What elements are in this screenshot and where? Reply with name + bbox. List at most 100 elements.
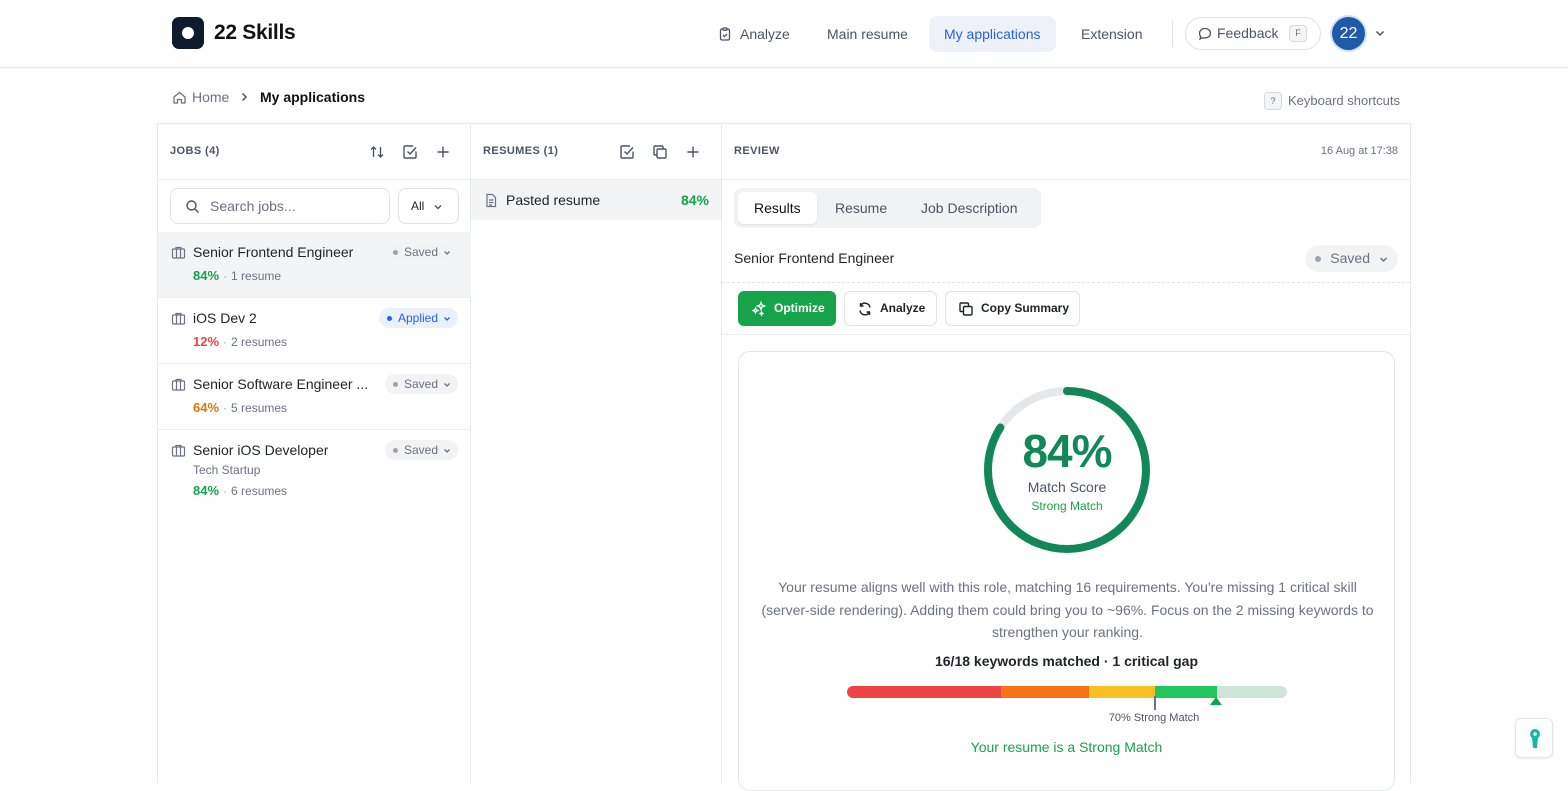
job-meta: 64% · 5 resumes [193,400,288,415]
job-title: Senior Frontend Engineer [193,244,354,260]
jobs-panel: JOBS (4) Search jobs... All Senior Front… [157,123,471,783]
search-placeholder: Search jobs... [210,198,296,214]
job-company: Tech Startup [193,463,261,477]
status-filter-select[interactable]: All [398,188,459,224]
tab-results[interactable]: Results [738,192,817,224]
review-panel-header: REVIEW 16 Aug at 17:38 [722,124,1410,180]
breadcrumb-current: My applications [260,89,366,105]
home-icon [173,91,186,104]
keyboard-shortcuts-button[interactable]: ? Keyboard shortcuts [1264,92,1400,110]
keyhole-icon [1530,729,1540,748]
status-filter-value: All [411,199,425,213]
breadcrumb-home[interactable]: Home [172,89,229,105]
match-score-card: 84% Match Score Strong Match Your resume… [738,351,1395,791]
copy-summary-button[interactable]: Copy Summary [945,291,1080,326]
briefcase-icon [171,312,186,325]
search-jobs-input[interactable]: Search jobs... [170,188,390,224]
top-bar: 22 Skills Analyze Main resume My applica… [0,0,1568,68]
refresh-icon [859,302,871,316]
job-title: Senior Software Engineer ... [193,376,369,392]
resume-count: 2 resumes [231,335,288,349]
analyze-button[interactable]: Analyze [844,291,937,326]
optimize-button[interactable]: Optimize [738,291,836,326]
duplicate-icon[interactable] [651,143,669,161]
divider [722,334,1410,335]
job-title: iOS Dev 2 [193,310,257,326]
keyboard-shortcuts-label: Keyboard shortcuts [1288,93,1401,108]
add-job-icon[interactable] [434,143,452,161]
sparkles-icon [751,301,767,317]
avatar[interactable]: 22 [1332,17,1365,50]
nav-my-applications[interactable]: My applications [929,16,1056,52]
tab-resume[interactable]: Resume [819,192,903,224]
nav-extension[interactable]: Extension [1066,16,1157,52]
brand-name[interactable]: 22 Skills [214,21,296,45]
match-verdict: Your resume is a Strong Match [970,739,1163,755]
scale-segment-weak [847,686,1001,698]
chevron-down-icon [1380,257,1387,262]
match-percent: 12% [193,334,220,349]
feedback-label: Feedback [1217,25,1279,41]
scale-segment-strong-filled [1155,686,1217,698]
chevron-down-icon [444,449,450,453]
nav-analyze-label: Analyze [740,26,790,42]
resume-item[interactable]: Pasted resume 84% [471,180,721,220]
feedback-button[interactable]: Feedback F [1185,17,1321,50]
review-panel-title: REVIEW [734,145,780,157]
resume-name: Pasted resume [506,192,601,208]
status-badge[interactable]: Applied [378,308,458,328]
review-timestamp: 16 Aug at 17:38 [1320,145,1398,157]
status-badge[interactable]: Saved [384,242,458,262]
resume-count: 6 resumes [231,484,288,498]
current-score-marker [1210,697,1222,705]
status-badge[interactable]: Saved [384,440,458,460]
nav-main-resume[interactable]: Main resume [812,16,923,52]
select-checkbox-icon[interactable] [401,143,419,161]
chevron-down-icon [444,383,450,387]
status-badge[interactable]: Saved [384,374,458,394]
chevron-down-icon[interactable] [1374,27,1386,39]
resume-match-percent: 84% [680,192,709,208]
shortcut-key-badge: ? [1264,92,1282,110]
match-percent: 84% [193,483,220,498]
job-row[interactable]: Senior iOS Developer Saved Tech Startup … [158,430,471,511]
helper-widget-button[interactable] [1515,718,1553,758]
resumes-panel: RESUMES (1) Pasted resume 84% [471,123,722,783]
chevron-down-icon [444,317,450,321]
job-row[interactable]: Senior Software Engineer ... Saved 64% · 5… [158,364,471,430]
resumes-panel-header: RESUMES (1) [471,124,721,180]
job-row[interactable]: iOS Dev 2 Applied 12% · 2 resumes [158,298,471,364]
logo-icon[interactable] [172,17,204,49]
job-row[interactable]: Senior Frontend Engineer Saved 84% · 1 res… [158,232,471,298]
job-meta: 84% · 1 resume [193,268,282,283]
resume-count: 1 resume [231,269,282,283]
copy-icon [959,302,973,316]
status-dropdown[interactable]: Saved [1305,245,1398,272]
copy-summary-label: Copy Summary [981,301,1070,315]
document-icon [486,193,497,208]
resumes-panel-title: RESUMES (1) [483,145,559,157]
breadcrumb-home-label: Home [192,89,230,105]
match-score-rating: Strong Match [1031,499,1103,513]
search-icon [186,200,199,213]
job-meta: 12% · 2 resumes [193,334,288,349]
status-badge-label: Saved [403,245,438,259]
nav-analyze[interactable]: Analyze [704,16,805,52]
chevron-right-icon [241,92,248,102]
select-checkbox-icon[interactable] [618,143,636,161]
jobs-panel-header: JOBS (4) [158,124,470,180]
keywords-matched: 16/18 keywords matched · 1 critical gap [934,653,1198,669]
add-resume-icon[interactable] [684,143,702,161]
feedback-shortcut-key: F [1289,25,1307,42]
match-percent: 84% [193,268,220,283]
sort-icon[interactable] [368,143,386,161]
chevron-down-icon [434,205,442,210]
chevron-down-icon [444,251,450,255]
match-score-label: Match Score [1027,479,1107,495]
review-panel: REVIEW 16 Aug at 17:38 Results Resume Jo… [722,123,1411,791]
tab-job-description[interactable]: Job Description [905,192,1034,224]
divider [722,282,1410,283]
review-tabs: Results Resume Job Description [734,188,1041,228]
status-badge-label: Saved [403,377,438,391]
resume-count: 5 resumes [231,401,288,415]
